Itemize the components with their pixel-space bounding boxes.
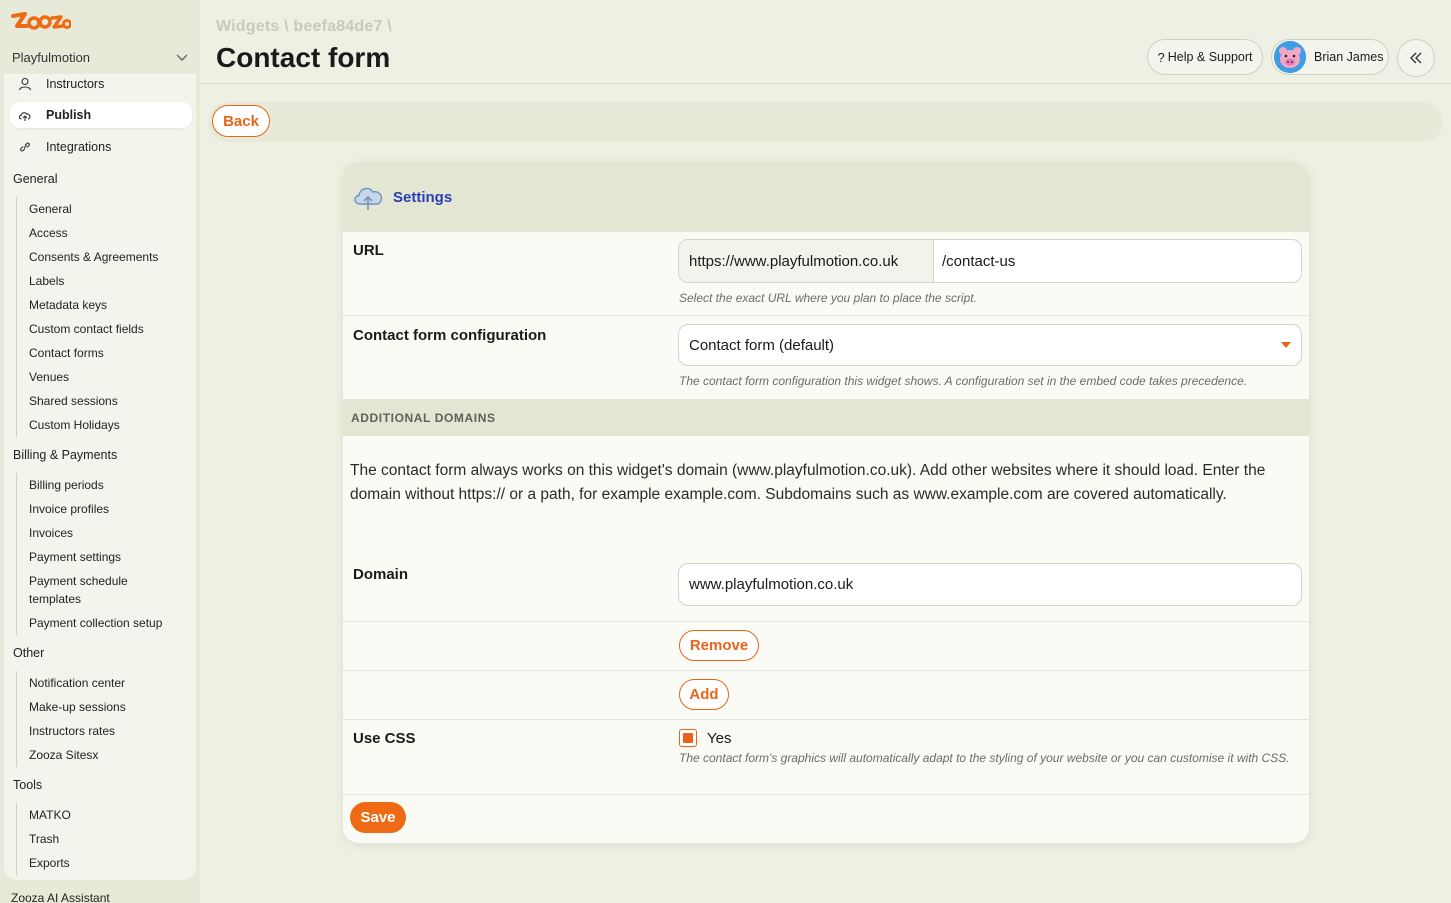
add-domain-button[interactable]: Add xyxy=(679,679,729,710)
help-support-button[interactable]: ? Help & Support xyxy=(1147,39,1263,75)
nav-link-labels[interactable]: Labels xyxy=(17,269,158,293)
user-name: Brian James xyxy=(1314,50,1384,64)
nav-group-general: General Access Consents & Agreements Lab… xyxy=(16,197,158,437)
sidebar-item-ai-assistant[interactable]: Zooza AI Assistant xyxy=(11,891,110,903)
card-header: Settings xyxy=(343,162,1309,232)
row-divider xyxy=(343,794,1309,795)
use-css-value: Yes xyxy=(707,729,732,747)
nav-link-venues[interactable]: Venues xyxy=(17,365,158,389)
collapse-sidebar-button[interactable] xyxy=(1397,39,1435,77)
config-label: Contact form configuration xyxy=(353,327,547,344)
avatar xyxy=(1274,41,1306,73)
nav-link-invoices[interactable]: Invoices xyxy=(17,521,162,545)
contact-form-config-select[interactable]: Contact form (default) xyxy=(678,324,1302,366)
sidebar-item-instructors[interactable]: Instructors xyxy=(10,74,192,97)
nav-link-make-up-sessions[interactable]: Make-up sessions xyxy=(17,695,126,719)
help-label: Help & Support xyxy=(1167,50,1253,64)
breadcrumb[interactable]: Widgets \ beefa84de7 \ xyxy=(216,18,392,36)
sidebar-item-label: Publish xyxy=(46,108,92,122)
zooza-logo[interactable] xyxy=(11,10,72,34)
remove-domain-button[interactable]: Remove xyxy=(679,630,759,661)
nav-section-other: Other xyxy=(13,646,45,660)
sidebar-item-integrations[interactable]: Integrations xyxy=(10,134,192,160)
back-bar xyxy=(208,102,1443,142)
sidebar: Playfulmotion Instructors Publish Integr… xyxy=(0,0,200,903)
domain-input[interactable]: www.playfulmotion.co.uk xyxy=(678,563,1302,606)
nav-group-tools: MATKO Trash Exports xyxy=(16,803,71,875)
nav-link-payment-schedule-templates[interactable]: Payment schedule templates xyxy=(17,569,137,611)
question-icon: ? xyxy=(1157,49,1165,65)
user-icon xyxy=(18,77,32,91)
user-menu-button[interactable]: Brian James xyxy=(1271,39,1389,75)
row-divider xyxy=(343,719,1309,720)
double-chevron-left-icon xyxy=(1410,52,1422,64)
row-divider xyxy=(343,670,1309,671)
sidebar-nav: Instructors Publish Integrations General… xyxy=(4,74,196,880)
url-hint: Select the exact URL where you plan to p… xyxy=(679,291,977,305)
page-title: Contact form xyxy=(216,42,391,73)
url-field: https://www.playfulmotion.co.uk /contact… xyxy=(678,239,1302,283)
nav-link-exports[interactable]: Exports xyxy=(17,851,71,875)
row-divider xyxy=(343,315,1309,316)
back-button[interactable]: Back xyxy=(212,105,270,137)
save-button[interactable]: Save xyxy=(350,802,406,833)
domain-label: Domain xyxy=(353,566,409,583)
checkbox-checked-mark xyxy=(683,733,693,743)
nav-link-contact-forms[interactable]: Contact forms xyxy=(17,341,158,365)
nav-section-tools: Tools xyxy=(13,778,43,792)
cloud-upload-icon xyxy=(18,112,31,121)
url-label: URL xyxy=(353,242,384,259)
caret-down-icon xyxy=(1281,342,1291,348)
use-css-checkbox[interactable] xyxy=(679,729,697,747)
use-css-option[interactable]: Yes xyxy=(679,729,731,747)
chevron-down-icon xyxy=(176,54,188,61)
nav-link-general[interactable]: General xyxy=(17,197,158,221)
config-selected-value: Contact form (default) xyxy=(689,336,835,354)
config-hint: The contact form configuration this widg… xyxy=(679,374,1248,388)
sidebar-item-publish[interactable]: Publish xyxy=(10,102,192,128)
cloud-upload-icon xyxy=(354,187,383,210)
nav-link-payment-collection-setup[interactable]: Payment collection setup xyxy=(17,611,162,635)
settings-card: Settings URL https://www.playfulmotion.c… xyxy=(343,162,1309,843)
header-divider xyxy=(200,83,1451,84)
nav-link-zooza-sitesx[interactable]: Zooza Sitesx xyxy=(17,743,126,767)
org-selector[interactable]: Playfulmotion xyxy=(12,47,190,67)
nav-link-trash[interactable]: Trash xyxy=(17,827,71,851)
url-path-input[interactable]: /contact-us xyxy=(934,240,1301,282)
nav-link-notification-center[interactable]: Notification center xyxy=(17,671,126,695)
nav-link-custom-holidays[interactable]: Custom Holidays xyxy=(17,413,158,437)
nav-link-consents-agreements[interactable]: Consents & Agreements xyxy=(17,245,158,269)
use-css-label: Use CSS xyxy=(353,730,416,747)
nav-link-invoice-profiles[interactable]: Invoice profiles xyxy=(17,497,162,521)
card-title: Settings xyxy=(393,188,453,206)
use-css-hint: The contact form's graphics will automat… xyxy=(679,751,1290,765)
nav-section-general: General xyxy=(13,172,58,186)
nav-section-billing: Billing & Payments xyxy=(13,448,118,462)
nav-link-instructors-rates[interactable]: Instructors rates xyxy=(17,719,126,743)
nav-link-payment-settings[interactable]: Payment settings xyxy=(17,545,162,569)
additional-domains-header: ADDITIONAL DOMAINS xyxy=(343,399,1309,436)
nav-link-billing-periods[interactable]: Billing periods xyxy=(17,473,162,497)
sidebar-item-label: Instructors xyxy=(46,77,105,91)
nav-link-metadata-keys[interactable]: Metadata keys xyxy=(17,293,158,317)
nav-link-custom-contact-fields[interactable]: Custom contact fields xyxy=(17,317,158,341)
url-prefix: https://www.playfulmotion.co.uk xyxy=(679,240,934,282)
sidebar-item-label: Integrations xyxy=(46,140,112,154)
row-divider xyxy=(343,621,1309,622)
org-name: Playfulmotion xyxy=(12,49,91,65)
nav-group-other: Notification center Make-up sessions Ins… xyxy=(16,671,126,767)
nav-link-access[interactable]: Access xyxy=(17,221,158,245)
link-icon xyxy=(20,142,30,152)
nav-link-matko[interactable]: MATKO xyxy=(17,803,71,827)
nav-link-shared-sessions[interactable]: Shared sessions xyxy=(17,389,158,413)
nav-group-billing: Billing periods Invoice profiles Invoice… xyxy=(16,473,162,635)
additional-domains-description: The contact form always works on this wi… xyxy=(350,462,1266,503)
